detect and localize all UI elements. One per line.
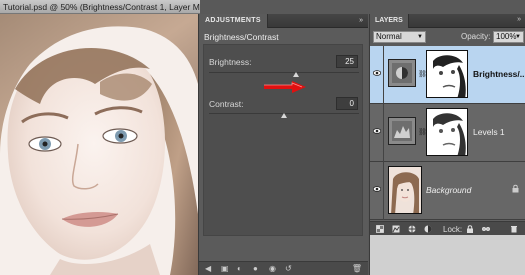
visibility-toggle-icon[interactable]: ● — [253, 265, 258, 273]
layer-row-levels[interactable]: ⛓ Levels 1 — [370, 104, 525, 162]
brightness-slider[interactable] — [209, 72, 359, 73]
lock-transparent-icon[interactable] — [376, 225, 384, 233]
adjustment-layer-icon[interactable] — [388, 59, 416, 87]
layer-row-background[interactable]: Background — [370, 162, 525, 220]
chevron-down-icon: ▼ — [417, 34, 423, 40]
contrast-slider-thumb[interactable] — [281, 113, 287, 118]
layer-row-brightness-contrast[interactable]: ⛓ Brightness/... — [370, 46, 525, 104]
adjustment-layer-icon[interactable] — [388, 117, 416, 145]
portrait-image — [0, 14, 198, 275]
layer-name[interactable]: Background — [426, 185, 471, 195]
layer-list: ⛓ Brightness/... ⛓ Levels 1 Background — [370, 46, 525, 221]
document-canvas[interactable] — [0, 14, 198, 275]
layer-name[interactable]: Brightness/... — [473, 69, 525, 79]
document-tab[interactable]: Tutorial.psd @ 50% (Brightness/Contrast … — [0, 0, 200, 14]
layer-mask-thumbnail[interactable] — [426, 108, 468, 156]
tab-adjustments[interactable]: ADJUSTMENTS — [199, 14, 268, 28]
blend-mode-value: Normal — [376, 32, 402, 41]
eye-icon[interactable] — [373, 185, 381, 193]
lock-all-icon[interactable] — [466, 225, 474, 233]
blend-mode-select[interactable]: Normal ▼ — [373, 31, 426, 43]
divider — [383, 46, 384, 104]
clip-to-layer-icon[interactable]: ◐ — [237, 265, 242, 273]
layer-thumbnail[interactable] — [388, 166, 422, 214]
brightness-value-field[interactable]: 25 — [336, 55, 358, 68]
adjustment-controls: Brightness: 25 Contrast: 0 — [203, 44, 363, 236]
lock-position-icon[interactable] — [408, 225, 416, 233]
link-layers-icon[interactable] — [482, 225, 490, 233]
lock-image-icon[interactable] — [392, 225, 400, 233]
contrast-value-field[interactable]: 0 — [336, 97, 358, 110]
tab-layers[interactable]: LAYERS — [370, 14, 409, 28]
divider — [383, 104, 384, 162]
contrast-label: Contrast: — [209, 99, 244, 109]
opacity-label: Opacity: — [461, 32, 491, 41]
eye-icon[interactable] — [373, 69, 381, 77]
photoshop-workspace: Tutorial.psd @ 50% (Brightness/Contrast … — [0, 0, 525, 275]
view-previous-state-icon[interactable]: ◉ — [269, 265, 276, 273]
opacity-field[interactable]: 100% ▼ — [493, 31, 524, 43]
layer-mask-thumbnail[interactable] — [426, 50, 468, 98]
layers-panel: LAYERS » Normal ▼ Opacity: 100% ▼ ⛓ Brig… — [369, 14, 525, 275]
brightness-slider-thumb[interactable] — [293, 72, 299, 77]
contrast-icon[interactable] — [424, 225, 432, 233]
panel-menu-icon[interactable]: » — [517, 16, 521, 23]
layer-name[interactable]: Levels 1 — [473, 127, 505, 137]
lock-icon — [512, 184, 519, 193]
chevron-down-icon: ▼ — [515, 34, 521, 40]
divider — [383, 162, 384, 220]
lock-label: Lock: — [443, 225, 463, 234]
reset-icon[interactable]: ↺ — [285, 265, 292, 273]
document-title: Tutorial.psd @ 50% (Brightness/Contrast … — [3, 2, 200, 12]
expand-view-icon[interactable]: ▣ — [221, 265, 229, 273]
red-arrow-icon — [264, 81, 306, 93]
layers-footer: Lock: — [370, 221, 525, 235]
empty-panel-area — [370, 235, 525, 275]
panel-menu-icon[interactable]: » — [359, 17, 363, 24]
adjustments-tab-bar: ADJUSTMENTS » — [199, 14, 368, 28]
return-to-list-icon[interactable]: ◀ — [205, 265, 211, 273]
opacity-value: 100% — [496, 32, 517, 41]
delete-layer-icon[interactable] — [510, 225, 518, 233]
adjustment-title: Brightness/Contrast — [204, 32, 279, 42]
eye-icon[interactable] — [373, 127, 381, 135]
brightness-label: Brightness: — [209, 57, 252, 67]
adjustments-panel: ADJUSTMENTS » Brightness/Contrast Bright… — [198, 14, 368, 275]
layers-tab-bar: LAYERS » — [370, 14, 525, 28]
adjustments-footer: ◀ ▣ ◐ ● ◉ ↺ 🗑 — [199, 261, 368, 275]
delete-adjustment-icon[interactable]: 🗑 — [352, 265, 362, 273]
